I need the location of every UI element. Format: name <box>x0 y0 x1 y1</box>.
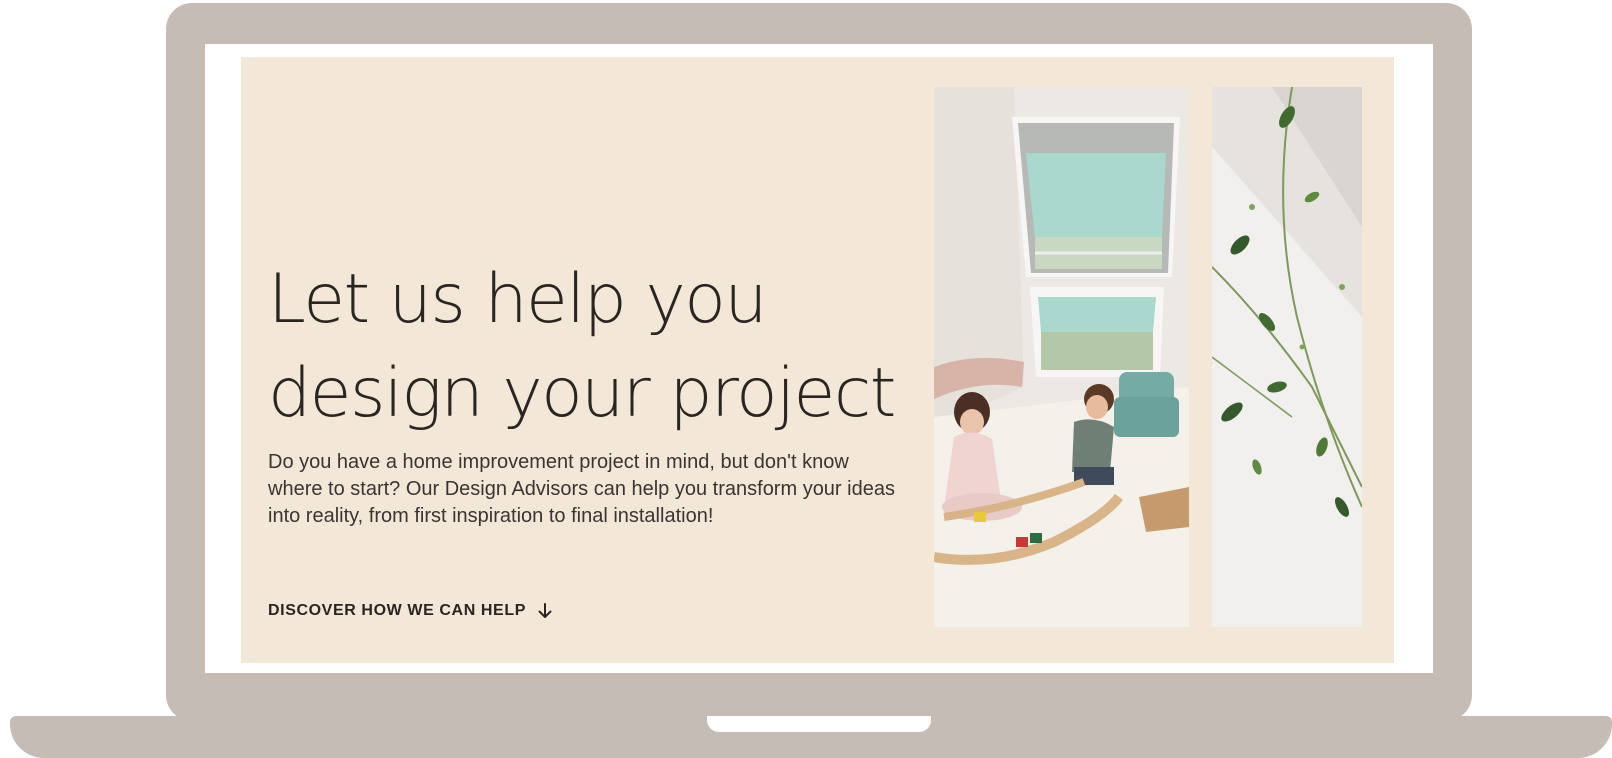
headline-line-2: design your project <box>268 354 896 433</box>
discover-help-link[interactable]: DISCOVER HOW WE CAN HELP <box>268 602 552 620</box>
hero-headline: Let us help you design your project <box>268 253 908 441</box>
hero-banner: Let us help you design your project Do y… <box>241 57 1394 663</box>
green-plant-photo <box>1212 87 1362 627</box>
headline-line-1: Let us help you <box>268 260 768 339</box>
children-playing-photo <box>934 87 1189 627</box>
arrow-down-icon <box>538 603 552 619</box>
discover-help-label: DISCOVER HOW WE CAN HELP <box>268 602 526 619</box>
laptop-notch <box>707 716 931 732</box>
hero-description: Do you have a home improvement project i… <box>268 451 895 527</box>
